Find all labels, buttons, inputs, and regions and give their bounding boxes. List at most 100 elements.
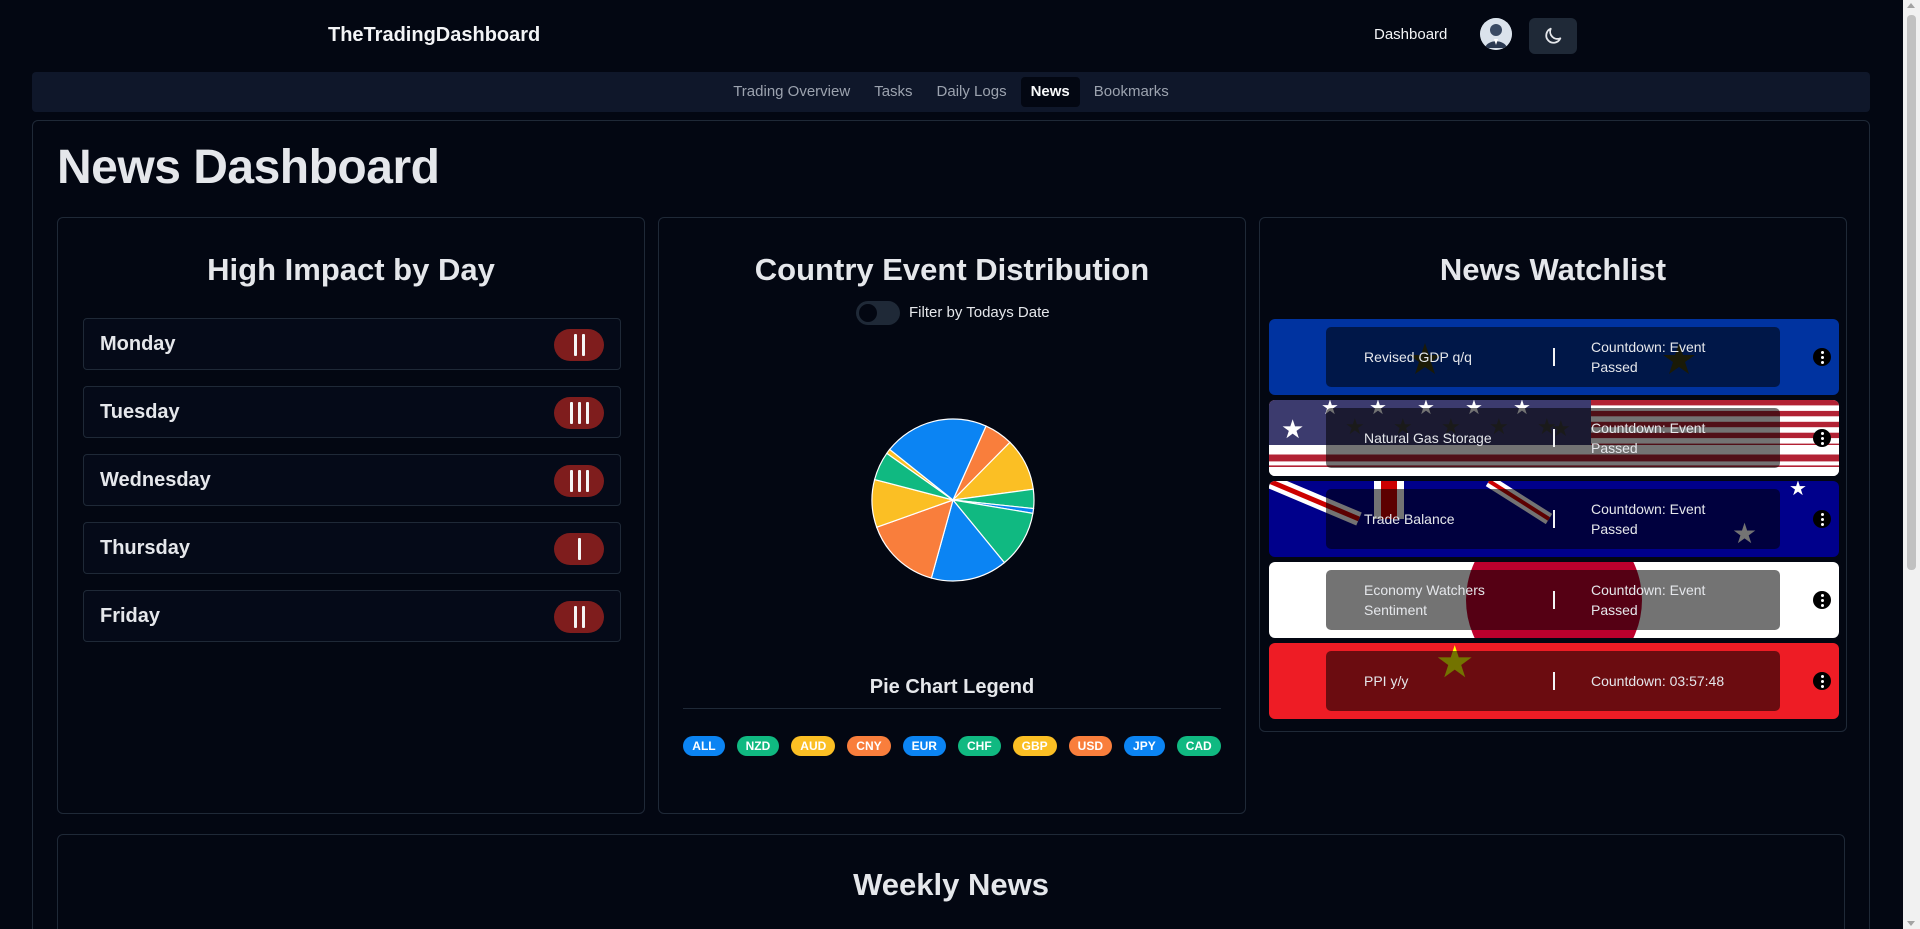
watchlist-separator	[1553, 348, 1555, 366]
legend-badge-usd[interactable]: USD	[1068, 736, 1113, 756]
watchlist-item-overlay: Trade Balance Countdown: Event Passed	[1326, 489, 1780, 549]
watchlist-item[interactable]: Revised GDP q/q Countdown: Event Passed	[1269, 319, 1839, 395]
distribution-title: Country Event Distribution	[754, 252, 1150, 287]
more-options-icon[interactable]	[1813, 591, 1831, 609]
scroll-thumb[interactable]	[1907, 15, 1916, 570]
watchlist-item-overlay: Economy Watchers Sentiment Countdown: Eve…	[1326, 570, 1780, 630]
watchlist-item[interactable]: ★PPI y/yCountdown: 03:57:48	[1269, 643, 1839, 719]
brand-logo-text[interactable]: TheTradingDashboard	[328, 24, 540, 47]
watchlist-separator	[1553, 591, 1555, 609]
impact-count-pill	[554, 397, 604, 429]
watchlist-event-name: PPI y/y	[1364, 673, 1409, 689]
impact-bar	[577, 402, 581, 424]
impact-bar	[581, 334, 585, 356]
day-row-wednesday: Wednesday	[83, 454, 621, 506]
watchlist-countdown: Countdown: 03:57:48	[1591, 673, 1725, 689]
impact-bar	[573, 334, 577, 356]
more-options-icon[interactable]	[1813, 510, 1831, 528]
day-name: Thursday	[100, 537, 191, 559]
day-row-friday: Friday	[83, 590, 621, 642]
legend-badge-jpy[interactable]: JPY	[1124, 736, 1165, 756]
high-impact-title: High Impact by Day	[207, 252, 495, 287]
nav-tabs: Trading Overview Tasks Daily Logs News Bookm…	[32, 77, 1870, 107]
impact-bar	[585, 470, 589, 492]
watchlist-event-name: Natural Gas Storage	[1364, 430, 1492, 446]
watchlist-separator	[1553, 672, 1555, 690]
legend-badges: ALL NZD AUD CNY EUR CHF GBP USD JPY CAD	[683, 736, 1221, 756]
legend-badge-all[interactable]: ALL	[683, 736, 725, 756]
impact-count-pill	[554, 465, 604, 497]
filter-today-toggle[interactable]	[856, 301, 900, 325]
scroll-down-arrow-icon[interactable]	[1907, 921, 1915, 926]
dashboard-link[interactable]: Dashboard	[1374, 26, 1447, 43]
legend-divider	[683, 708, 1221, 709]
theme-toggle-button[interactable]	[1529, 18, 1577, 54]
legend-badge-eur[interactable]: EUR	[902, 736, 946, 756]
impact-bar	[577, 538, 581, 560]
day-row-thursday: Thursday	[83, 522, 621, 574]
top-bar: TheTradingDashboard Dashboard	[0, 0, 1900, 72]
impact-bar	[569, 402, 573, 424]
day-row-tuesday: Tuesday	[83, 386, 621, 438]
impact-bar	[577, 470, 581, 492]
legend-title: Pie Chart Legend	[869, 676, 1035, 698]
tab-bookmarks[interactable]: Bookmarks	[1084, 77, 1179, 107]
legend-badge-nzd[interactable]: NZD	[736, 736, 780, 756]
watchlist-countdown: Countdown: Event Passed	[1591, 339, 1706, 375]
watchlist-countdown: Countdown: Event Passed	[1591, 582, 1706, 618]
day-name: Monday	[100, 333, 176, 355]
impact-bar	[581, 606, 585, 628]
impact-count-pill	[554, 533, 604, 565]
day-name: Friday	[100, 605, 161, 627]
more-options-icon[interactable]	[1813, 672, 1831, 690]
section-nav: Trading Overview Tasks Daily Logs News Bookm…	[32, 72, 1870, 112]
country-distribution-card: Country Event Distribution Filter by Tod…	[658, 217, 1246, 814]
watchlist-event-name: Revised GDP q/q	[1364, 349, 1472, 365]
day-name: Wednesday	[100, 469, 211, 491]
tab-trading-overview[interactable]: Trading Overview	[723, 77, 860, 107]
page-title: News Dashboard	[57, 141, 440, 194]
news-watchlist-card: News Watchlist Revised GDP q/q Countdown:…	[1259, 217, 1847, 732]
watchlist-countdown: Countdown: Event Passed	[1591, 420, 1706, 456]
watchlist-item-overlay: Revised GDP q/q Countdown: Event Passed	[1326, 327, 1780, 387]
watchlist-item[interactable]: ★ ★Trade BalanceCountdown: Event Passed	[1269, 481, 1839, 557]
more-options-icon[interactable]	[1813, 429, 1831, 447]
impact-bar	[585, 402, 589, 424]
impact-bar	[573, 606, 577, 628]
user-avatar[interactable]	[1480, 18, 1512, 50]
page-scrollbar[interactable]	[1903, 0, 1920, 929]
legend-badge-cad[interactable]: CAD	[1176, 736, 1221, 756]
weekly-news-card: Weekly News	[57, 834, 1845, 929]
tab-news[interactable]: News	[1020, 77, 1080, 107]
watchlist-title: News Watchlist	[1439, 252, 1667, 287]
svg-text:★: ★	[1281, 415, 1304, 445]
watchlist-separator	[1553, 429, 1555, 447]
legend-badge-cny[interactable]: CNY	[847, 736, 891, 756]
impact-count-pill	[554, 601, 604, 633]
high-impact-card: High Impact by Day Monday Tuesday Wednesda…	[57, 217, 645, 814]
watchlist-item-overlay: Natural Gas Storage Countdown: Event Pass…	[1326, 408, 1780, 468]
moon-icon	[1545, 27, 1562, 44]
legend-badge-gbp[interactable]: GBP	[1012, 736, 1057, 756]
filter-today-label: Filter by Todays Date	[909, 304, 1050, 321]
tab-tasks[interactable]: Tasks	[864, 77, 922, 107]
watchlist-separator	[1553, 510, 1555, 528]
svg-text:★: ★	[1789, 481, 1807, 500]
day-row-monday: Monday	[83, 318, 621, 370]
watchlist-event-name: Economy Watchers Sentiment	[1364, 582, 1485, 618]
legend-badge-aud[interactable]: AUD	[791, 736, 836, 756]
watchlist-item-overlay: PPI y/y Countdown: 03:57:48	[1326, 651, 1780, 711]
watchlist-countdown: Countdown: Event Passed	[1591, 501, 1706, 537]
impact-count-pill	[554, 329, 604, 361]
scroll-up-arrow-icon[interactable]	[1907, 3, 1915, 8]
more-options-icon[interactable]	[1813, 348, 1831, 366]
watchlist-event-name: Trade Balance	[1364, 511, 1455, 527]
impact-bar	[569, 470, 573, 492]
watchlist-item[interactable]: Economy Watchers Sentiment Countdown: Eve…	[1269, 562, 1839, 638]
country-pie-chart[interactable]	[869, 416, 1037, 584]
watchlist-item[interactable]: ★★★★★★★★★★★★ Natural Gas StorageCountdow…	[1269, 400, 1839, 476]
day-name: Tuesday	[100, 401, 180, 423]
legend-badge-chf[interactable]: CHF	[957, 736, 1001, 756]
tab-daily-logs[interactable]: Daily Logs	[927, 77, 1017, 107]
weekly-news-title: Weekly News	[853, 867, 1049, 902]
